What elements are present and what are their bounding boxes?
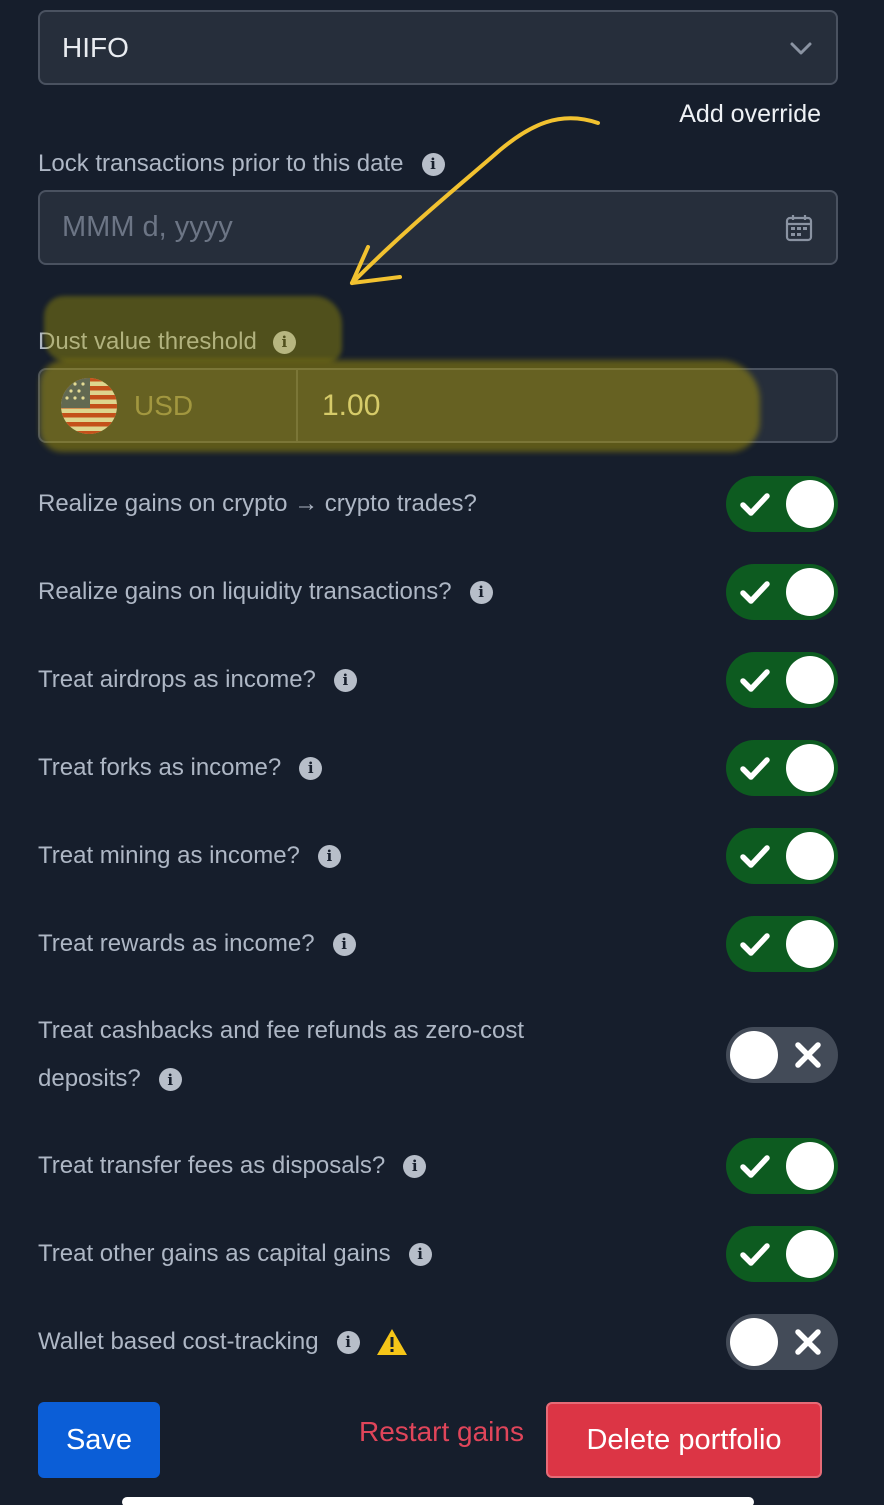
annotation-arrow-icon [350,116,600,285]
toggle-switch[interactable] [726,1138,838,1194]
toggle-knob [786,744,834,792]
toggle-row-crypto-trades: Realize gains on crypto → crypto trades? [38,476,838,532]
checkmark-icon [740,1243,770,1266]
toggle-label-text: Treat other gains as capital gains [38,1240,391,1267]
toggle-switch[interactable] [726,476,838,532]
toggle-switch[interactable] [726,916,838,972]
toggle-label: Wallet based cost-tracking i [38,1328,408,1356]
add-override-link[interactable]: Add override [679,100,821,129]
checkmark-icon [740,845,770,868]
toggle-label-text: Treat forks as income? [38,754,282,781]
x-icon [795,1042,821,1068]
checkmark-icon [740,933,770,956]
toggle-label: Treat rewards as income? i [38,930,356,958]
checkmark-icon [740,1155,770,1178]
toggle-row-airdrops: Treat airdrops as income? i [38,652,838,708]
toggle-label-text: Treat transfer fees as disposals? [38,1152,386,1179]
save-button[interactable]: Save [38,1402,160,1478]
toggle-knob [786,568,834,616]
toggle-label: Treat transfer fees as disposals? i [38,1152,427,1180]
toggle-knob [786,1230,834,1278]
toggle-row-mining: Treat mining as income? i [38,828,838,884]
x-icon [795,1329,821,1355]
home-indicator [122,1497,754,1505]
toggle-row-wallet-cost-tracking: Wallet based cost-tracking i [38,1314,838,1370]
toggle-switch[interactable] [726,1314,838,1370]
toggle-label: Treat forks as income? i [38,754,323,782]
toggle-knob [786,832,834,880]
toggle-row-rewards: Treat rewards as income? i [38,916,838,972]
toggle-knob [786,480,834,528]
toggle-knob [786,656,834,704]
toggle-label-text: Treat rewards as income? [38,930,315,957]
info-icon[interactable]: i [332,932,356,956]
warning-icon [376,1329,407,1355]
info-icon[interactable]: i [408,1242,432,1266]
toggle-label: Realize gains on liquidity transactions?… [38,578,493,606]
toggle-label-text: Realize gains on liquidity transactions? [38,578,452,605]
toggle-label: Treat cashbacks and fee refunds as zero-… [38,1007,618,1103]
toggle-row-other-gains: Treat other gains as capital gains i [38,1226,838,1282]
info-icon[interactable]: i [403,1154,427,1178]
toggle-knob [730,1318,778,1366]
toggle-label: Realize gains on crypto → crypto trades? [38,490,477,518]
toggle-row-liquidity: Realize gains on liquidity transactions?… [38,564,838,620]
toggle-label-text: Realize gains on crypto → crypto trades? [38,490,477,517]
toggle-switch[interactable] [726,1027,838,1083]
checkmark-icon [740,757,770,780]
checkmark-icon [740,493,770,516]
toggle-label: Treat other gains as capital gains i [38,1240,432,1268]
toggle-switch[interactable] [726,564,838,620]
toggle-label: Treat mining as income? i [38,842,341,870]
toggle-label-text: Wallet based cost-tracking [38,1328,319,1355]
info-icon[interactable]: i [469,580,493,604]
toggle-row-transfer-fees: Treat transfer fees as disposals? i [38,1138,838,1194]
cost-basis-method-select[interactable]: HIFO [38,10,838,85]
chevron-down-icon [790,42,812,54]
highlight-marker [44,296,342,362]
toggle-switch[interactable] [726,1226,838,1282]
toggle-label-text: Treat mining as income? [38,842,300,869]
toggle-knob [786,920,834,968]
info-icon[interactable]: i [317,844,341,868]
delete-portfolio-button[interactable]: Delete portfolio [546,1402,822,1478]
toggle-row-forks: Treat forks as income? i [38,740,838,796]
toggle-label-text: Treat airdrops as income? [38,666,316,693]
info-icon[interactable]: i [336,1330,360,1354]
toggle-switch[interactable] [726,828,838,884]
toggle-row-cashbacks: Treat cashbacks and fee refunds as zero-… [38,1005,838,1105]
toggle-knob [730,1031,778,1079]
toggle-switch[interactable] [726,740,838,796]
checkmark-icon [740,669,770,692]
toggle-label-text: Treat cashbacks and fee refunds as zero-… [38,1017,525,1092]
info-icon[interactable]: i [158,1068,182,1092]
select-value: HIFO [62,31,129,63]
toggle-knob [786,1142,834,1190]
toggle-label: Treat airdrops as income? i [38,666,357,694]
restart-gains-link[interactable]: Restart gains [359,1416,524,1448]
info-icon[interactable]: i [333,668,357,692]
info-icon[interactable]: i [299,756,323,780]
toggle-switch[interactable] [726,652,838,708]
calendar-icon[interactable] [784,213,814,243]
checkmark-icon [740,581,770,604]
highlight-marker [40,360,760,452]
